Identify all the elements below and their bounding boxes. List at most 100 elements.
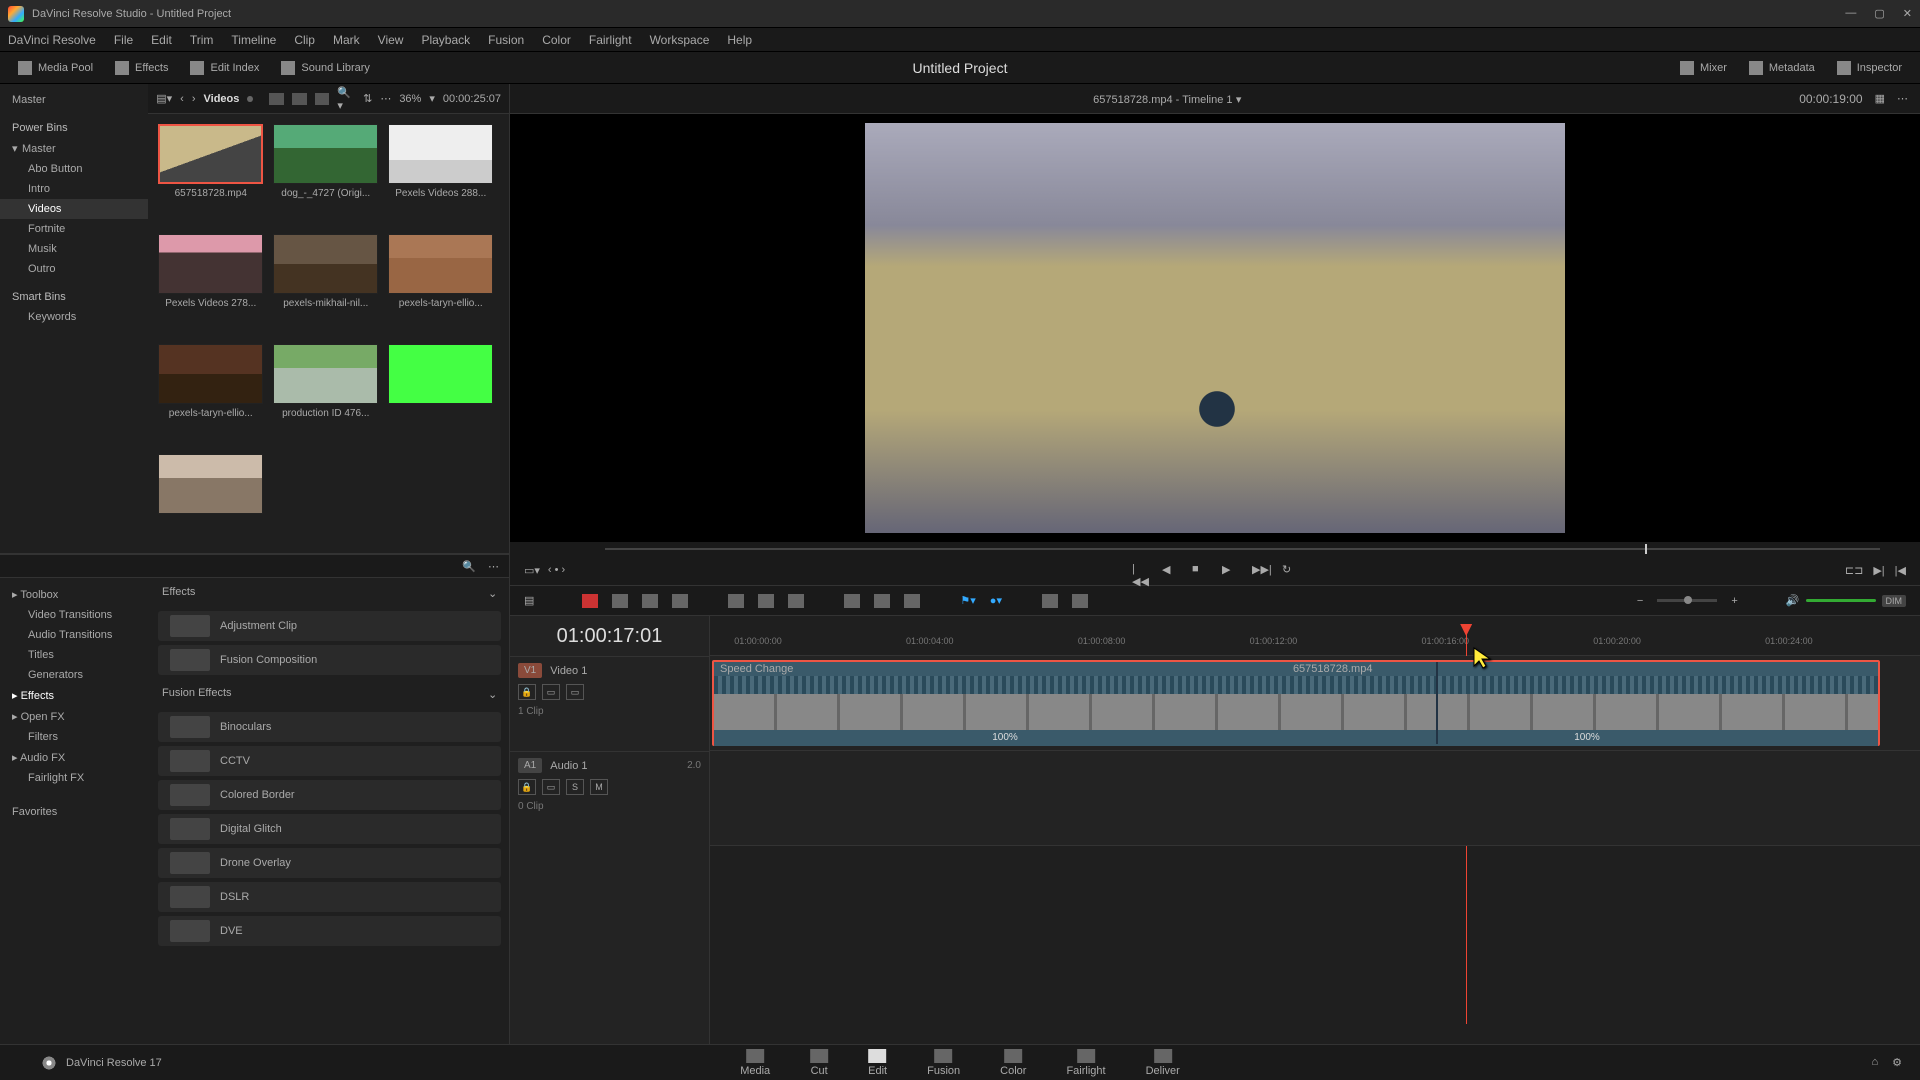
- menu-fusion[interactable]: Fusion: [488, 33, 524, 47]
- menu-edit[interactable]: Edit: [151, 33, 172, 47]
- fx-item[interactable]: Digital Glitch: [158, 814, 501, 844]
- bin-abo-button[interactable]: Abo Button: [0, 159, 148, 179]
- menu-playback[interactable]: Playback: [421, 33, 470, 47]
- fx-search-icon[interactable]: 🔍: [462, 560, 476, 573]
- bin-fortnite[interactable]: Fortnite: [0, 219, 148, 239]
- v1-badge[interactable]: V1: [518, 663, 542, 678]
- sound-library-button[interactable]: Sound Library: [281, 61, 370, 75]
- menu-help[interactable]: Help: [727, 33, 752, 47]
- thumb-view-icon[interactable]: [269, 93, 284, 105]
- metadata-button[interactable]: Metadata: [1749, 61, 1815, 75]
- fxtree-fairlight-fx[interactable]: Fairlight FX: [0, 768, 150, 788]
- retime-icon[interactable]: [844, 594, 860, 608]
- viewer-layout-icon[interactable]: ▦: [1875, 92, 1885, 105]
- edit-index-button[interactable]: Edit Index: [190, 61, 259, 75]
- audio-track-1[interactable]: [710, 751, 1920, 846]
- go-end-icon[interactable]: ▶|: [1873, 564, 1884, 577]
- a1-name[interactable]: Audio 1: [550, 760, 587, 772]
- bin-master[interactable]: Master: [0, 90, 148, 110]
- fxtree-open-fx[interactable]: ▸ Open FX: [0, 706, 150, 727]
- breadcrumb[interactable]: Videos: [204, 93, 240, 105]
- fx-item[interactable]: Colored Border: [158, 780, 501, 810]
- menu-timeline[interactable]: Timeline: [231, 33, 276, 47]
- next-frame-button[interactable]: ▶▶|: [1252, 563, 1268, 579]
- volume-icon[interactable]: 🔊: [1786, 594, 1800, 607]
- replace-icon[interactable]: [788, 594, 804, 608]
- lock-icon[interactable]: [904, 594, 920, 608]
- zoom-value[interactable]: 36%: [399, 93, 421, 105]
- mixer-button[interactable]: Mixer: [1680, 61, 1727, 75]
- effects-button[interactable]: Effects: [115, 61, 168, 75]
- page-media[interactable]: Media: [740, 1049, 770, 1077]
- media-pool-button[interactable]: Media Pool: [18, 61, 93, 75]
- jog-bar[interactable]: [522, 542, 1908, 556]
- snap-icon[interactable]: [1042, 594, 1058, 608]
- a1-mute-button[interactable]: M: [590, 779, 608, 795]
- fxtree-titles[interactable]: Titles: [0, 645, 150, 665]
- maximize-button[interactable]: ▢: [1874, 7, 1884, 20]
- collapse-icon[interactable]: ⌃: [488, 687, 497, 700]
- in-out-icon[interactable]: ⊏⊐: [1845, 564, 1863, 577]
- fxtree-filters[interactable]: Filters: [0, 727, 150, 747]
- timeline-title[interactable]: 657518728.mp4 - Timeline 1: [1093, 94, 1232, 106]
- nav-fwd-icon[interactable]: ›: [192, 93, 196, 105]
- bin-master[interactable]: ▾Master: [0, 138, 148, 159]
- menu-workspace[interactable]: Workspace: [650, 33, 710, 47]
- clip-thumb[interactable]: [388, 234, 493, 294]
- clip-item[interactable]: production ID 476...: [273, 344, 378, 444]
- prev-frame-button[interactable]: ◀: [1162, 563, 1178, 579]
- fxtree-effects[interactable]: ▸ Effects: [0, 685, 150, 706]
- dynamic-trim-icon[interactable]: [642, 594, 658, 608]
- marker-icon[interactable]: ●▾: [990, 594, 1002, 607]
- viewer-mode-icon[interactable]: ▭▾: [524, 564, 540, 577]
- sort-icon[interactable]: ⇅: [363, 92, 372, 105]
- menu-trim[interactable]: Trim: [190, 33, 214, 47]
- clip-item[interactable]: Pexels Videos 288...: [388, 124, 493, 224]
- zoom-out-icon[interactable]: −: [1637, 595, 1643, 607]
- go-start-icon[interactable]: |◀: [1895, 564, 1906, 577]
- insert-icon[interactable]: [728, 594, 744, 608]
- fxtree-audio-transitions[interactable]: Audio Transitions: [0, 625, 150, 645]
- clip-thumb[interactable]: [158, 234, 263, 294]
- clip-thumb[interactable]: [273, 124, 378, 184]
- clip-item[interactable]: Pexels Videos 278...: [158, 234, 263, 334]
- a1-badge[interactable]: A1: [518, 758, 542, 773]
- menu-davinci-resolve[interactable]: DaVinci Resolve: [8, 33, 96, 47]
- zoom-slider[interactable]: [1657, 599, 1717, 602]
- fxtree-audio-fx[interactable]: ▸ Audio FX: [0, 747, 150, 768]
- loop-button[interactable]: ↻: [1282, 563, 1298, 579]
- page-edit[interactable]: Edit: [868, 1049, 887, 1077]
- fx-item[interactable]: DSLR: [158, 882, 501, 912]
- a1-auto-icon[interactable]: ▭: [542, 779, 560, 795]
- playhead-timecode[interactable]: 01:00:17:01: [510, 616, 709, 656]
- menu-fairlight[interactable]: Fairlight: [589, 33, 632, 47]
- page-fairlight[interactable]: Fairlight: [1066, 1049, 1105, 1077]
- menu-color[interactable]: Color: [542, 33, 571, 47]
- clip-item[interactable]: pexels-taryn-ellio...: [388, 234, 493, 334]
- fx-options-icon[interactable]: ⋯: [488, 560, 499, 573]
- minimize-button[interactable]: —: [1845, 7, 1856, 20]
- page-color[interactable]: Color: [1000, 1049, 1026, 1077]
- bin-dropdown-icon[interactable]: ▤▾: [156, 92, 172, 105]
- speed-seg-1[interactable]: 100%: [714, 730, 1296, 746]
- clip-thumb[interactable]: [158, 124, 263, 184]
- blade-tool-icon[interactable]: [672, 594, 688, 608]
- dim-button[interactable]: DIM: [1882, 595, 1907, 607]
- stop-button[interactable]: ■: [1192, 563, 1208, 579]
- linked-sel-icon[interactable]: [1072, 594, 1088, 608]
- fxtree-generators[interactable]: Generators: [0, 665, 150, 685]
- nav-back-icon[interactable]: ‹: [180, 93, 184, 105]
- timeline-ruler[interactable]: 01:00:00:0001:00:04:0001:00:08:0001:00:1…: [710, 616, 1920, 656]
- clip-thumb[interactable]: [273, 344, 378, 404]
- viewer-options-icon[interactable]: ⋯: [1897, 92, 1908, 105]
- timeline-timecode[interactable]: 00:00:19:00: [1799, 92, 1862, 106]
- speed-seg-2[interactable]: 100%: [1296, 730, 1878, 746]
- a1-solo-button[interactable]: S: [566, 779, 584, 795]
- fx-item[interactable]: Binoculars: [158, 712, 501, 742]
- fx-item[interactable]: Fusion Composition: [158, 645, 501, 675]
- zoom-in-icon[interactable]: +: [1731, 595, 1737, 607]
- menu-mark[interactable]: Mark: [333, 33, 360, 47]
- bin-musik[interactable]: Musik: [0, 239, 148, 259]
- v1-enable-icon[interactable]: ▭: [566, 684, 584, 700]
- clip-thumb[interactable]: [273, 234, 378, 294]
